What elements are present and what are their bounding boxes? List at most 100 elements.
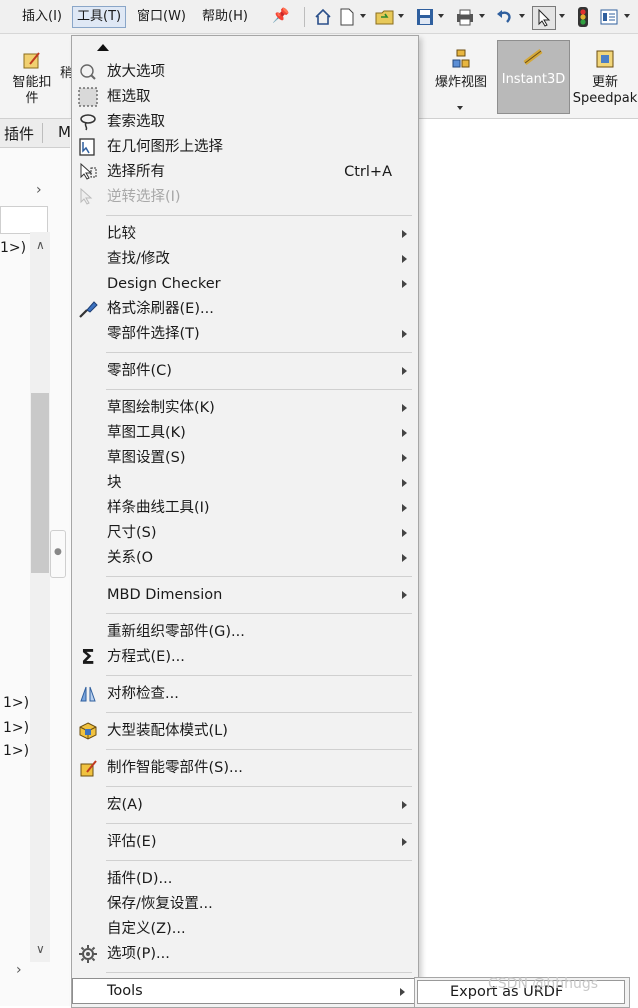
menu-item-evaluate[interactable]: 评估(E): [72, 830, 418, 854]
chevron-down-icon[interactable]: [519, 14, 525, 18]
menu-insert[interactable]: 插入(I): [18, 7, 66, 27]
instant3d-button[interactable]: Instant3D: [497, 40, 570, 114]
open-folder-icon[interactable]: [374, 6, 396, 28]
menu-item-label: Design Checker: [107, 276, 221, 292]
menu-tools[interactable]: 工具(T): [72, 6, 127, 28]
menu-item-label: 样条曲线工具(I): [107, 500, 210, 516]
pin-icon[interactable]: 📌: [272, 8, 289, 24]
menu-item-find-modify[interactable]: 查找/修改: [72, 247, 418, 271]
menu-item-zoom-options[interactable]: 放大选项: [72, 60, 418, 84]
chevron-down-icon[interactable]: [624, 14, 630, 18]
menu-item-label: 制作智能零部件(S)...: [107, 760, 243, 776]
scroll-up-icon[interactable]: ∧: [36, 238, 45, 252]
save-icon[interactable]: [414, 6, 436, 28]
exploded-view-label: 爆炸视图: [434, 75, 487, 90]
menu-item-component-select[interactable]: 零部件选择(T): [72, 322, 418, 346]
menu-item-label: 保存/恢复设置...: [107, 896, 213, 912]
menu-item-box-select[interactable]: 框选取: [72, 85, 418, 109]
menu-item-save-restore-settings[interactable]: 保存/恢复设置...: [72, 892, 418, 916]
menu-item-design-checker[interactable]: Design Checker: [72, 272, 418, 296]
tree-item[interactable]: 1>): [3, 743, 29, 759]
menu-item-select-all[interactable]: 选择所有 Ctrl+A: [72, 160, 418, 184]
menu-item-spline-tools[interactable]: 样条曲线工具(I): [72, 496, 418, 520]
sigma-icon: Σ: [81, 645, 95, 669]
chevron-down-icon[interactable]: [559, 14, 565, 18]
tab-plugins[interactable]: 插件: [4, 123, 34, 144]
select-cursor-icon[interactable]: [532, 6, 556, 30]
menu-item-select-on-geometry[interactable]: 在几何图形上选择: [72, 135, 418, 159]
panel-scrollbar-thumb[interactable]: [31, 393, 49, 573]
menu-item-blocks[interactable]: 块: [72, 471, 418, 495]
menu-item-label: 块: [107, 475, 122, 491]
menu-item-format-painter[interactable]: 格式涂刷器(E)...: [72, 297, 418, 321]
tree-item[interactable]: 1>): [3, 695, 29, 711]
menu-item-sketch-tools[interactable]: 草图工具(K): [72, 421, 418, 445]
menu-item-tools[interactable]: Tools: [72, 978, 417, 1004]
file-properties-icon[interactable]: [598, 6, 620, 28]
tree-item[interactable]: 1>): [0, 240, 26, 256]
symmetry-icon: [80, 686, 96, 702]
home-icon[interactable]: [312, 6, 334, 28]
menu-item-component[interactable]: 零部件(C): [72, 359, 418, 383]
panel-collapse-handle[interactable]: ●: [50, 530, 66, 578]
submenu-arrow-icon: [402, 838, 407, 846]
menu-item-label: 零部件(C): [107, 363, 172, 379]
menu-item-sketch-entities[interactable]: 草图绘制实体(K): [72, 396, 418, 420]
exploded-view-icon: [452, 49, 470, 68]
submenu-arrow-icon: [402, 255, 407, 263]
chevron-down-icon[interactable]: [457, 106, 463, 110]
submenu-arrow-icon: [402, 529, 407, 537]
menu-item-mbd-dimension[interactable]: MBD Dimension: [72, 583, 418, 607]
lasso-icon: [80, 114, 96, 131]
select-all-icon: [80, 162, 97, 180]
menu-item-reorganize-components[interactable]: 重新组织零部件(G)...: [72, 620, 418, 644]
smart-fastener-button[interactable]: 智能扣件: [6, 50, 58, 107]
quick-access-toolbar: [298, 0, 638, 34]
menu-item-make-smart-component[interactable]: 制作智能零部件(S)...: [72, 756, 418, 780]
chevron-down-icon[interactable]: [479, 14, 485, 18]
exploded-view-button[interactable]: 爆炸视图: [428, 48, 494, 110]
menu-separator: [106, 389, 412, 390]
menu-item-equations[interactable]: Σ 方程式(E)...: [72, 645, 418, 669]
menu-item-addins[interactable]: 插件(D)...: [72, 867, 418, 891]
menu-item-lasso-select[interactable]: 套索选取: [72, 110, 418, 134]
panel-scrollbar[interactable]: [30, 232, 50, 962]
update-speedpak-label: 更新 Speedpak: [572, 75, 638, 106]
menu-item-large-assembly-mode[interactable]: 大型装配体模式(L): [72, 719, 418, 743]
menu-window[interactable]: 窗口(W): [133, 7, 190, 27]
chevron-down-icon[interactable]: [360, 14, 366, 18]
panel-tabs: 插件 M: [0, 119, 71, 148]
tab-divider: [42, 123, 43, 143]
menu-item-macro[interactable]: 宏(A): [72, 793, 418, 817]
submenu-arrow-icon: [402, 554, 407, 562]
menu-separator: [106, 786, 412, 787]
menu-item-options[interactable]: 选项(P)...: [72, 942, 418, 966]
submenu-arrow-icon: [402, 801, 407, 809]
menu-help[interactable]: 帮助(H): [198, 7, 252, 27]
menu-item-relations[interactable]: 关系(O: [72, 546, 418, 570]
print-icon[interactable]: [454, 6, 476, 28]
menu-item-label: 插件(D)...: [107, 871, 173, 887]
menu-item-dimensions[interactable]: 尺寸(S): [72, 521, 418, 545]
menu-separator: [106, 675, 412, 676]
chevron-down-icon[interactable]: [438, 14, 444, 18]
menu-item-sketch-settings[interactable]: 草图设置(S): [72, 446, 418, 470]
tab-m[interactable]: M: [58, 123, 71, 141]
chevron-right-icon[interactable]: ›: [16, 962, 22, 978]
menu-item-symmetry-check[interactable]: 对称检查...: [72, 682, 418, 706]
chevron-right-icon[interactable]: ›: [36, 182, 42, 198]
menu-item-label: 草图设置(S): [107, 450, 186, 466]
scroll-up-arrow-icon[interactable]: [97, 44, 109, 51]
menu-item-customize[interactable]: 自定义(Z)...: [72, 917, 418, 941]
traffic-light-icon[interactable]: [572, 6, 594, 28]
undo-icon[interactable]: [494, 6, 516, 28]
update-speedpak-button[interactable]: 更新 Speedpak: [572, 48, 638, 107]
submenu-arrow-icon: [402, 479, 407, 487]
new-document-icon[interactable]: [336, 6, 358, 28]
menu-item-compare[interactable]: 比较: [72, 222, 418, 246]
chevron-down-icon[interactable]: [398, 14, 404, 18]
filter-input[interactable]: [0, 206, 48, 234]
scroll-down-icon[interactable]: ∨: [36, 942, 45, 956]
menu-item-label: 草图工具(K): [107, 425, 186, 441]
tree-item[interactable]: 1>): [3, 720, 29, 736]
